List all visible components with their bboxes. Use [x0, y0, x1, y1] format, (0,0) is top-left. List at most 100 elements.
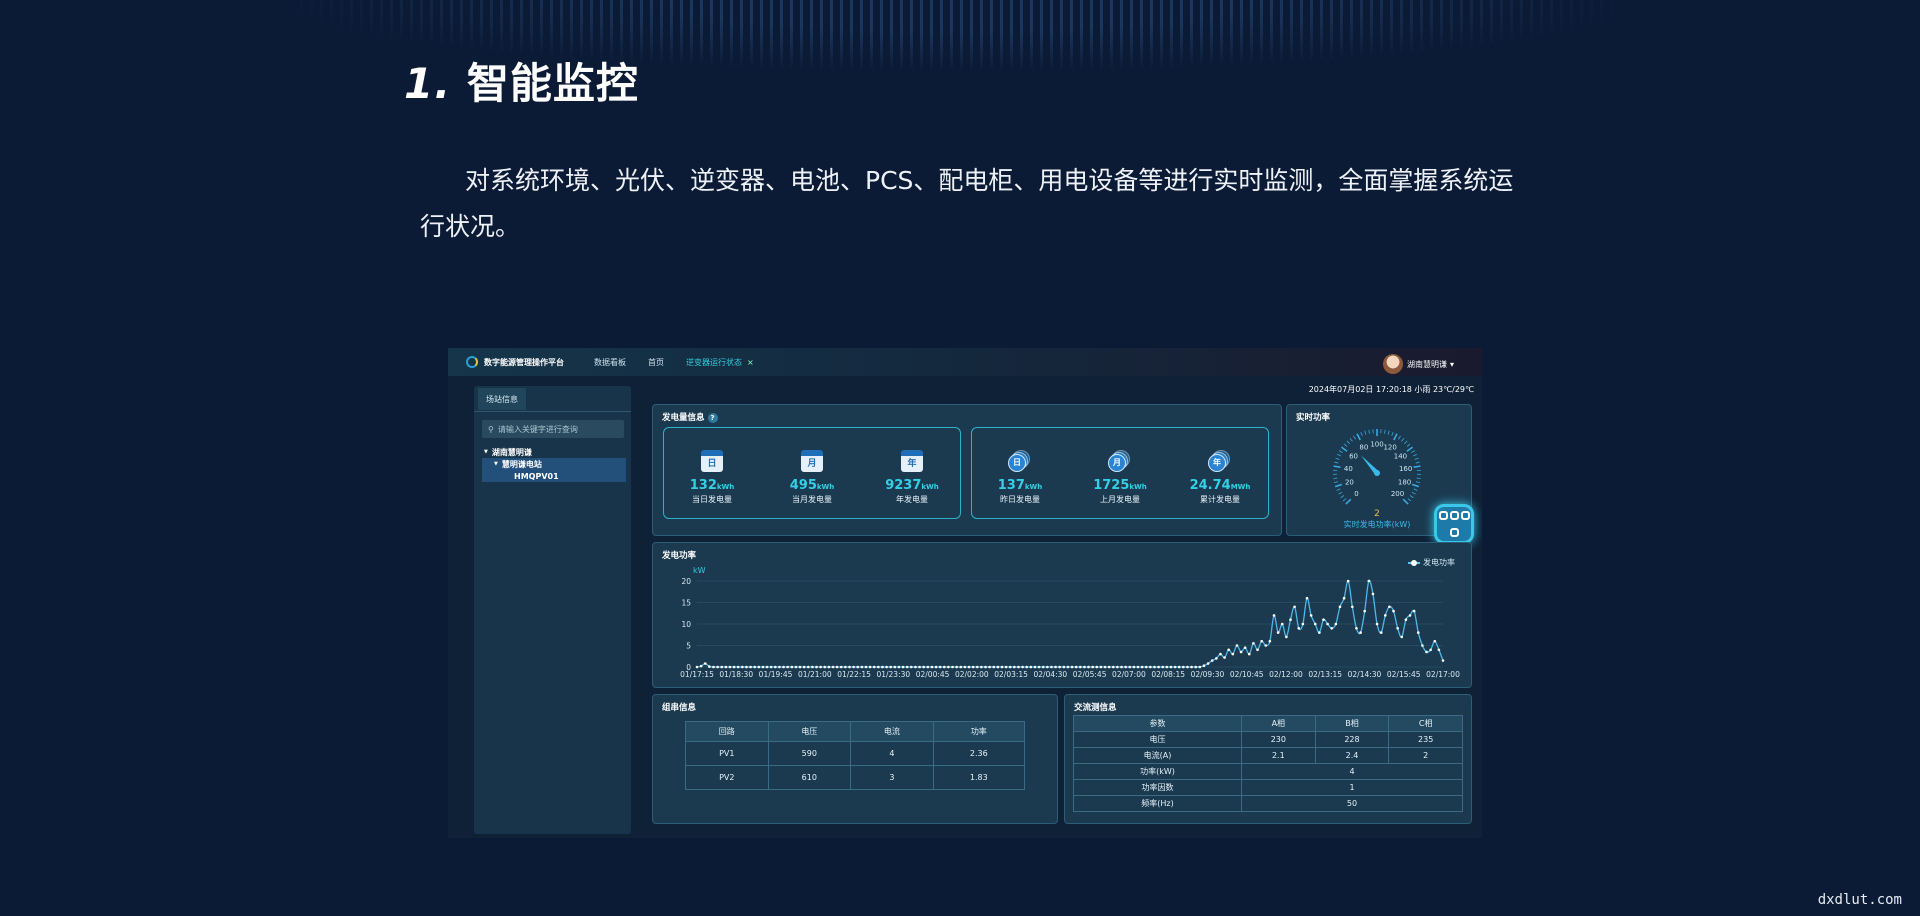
gauge-tick-label: 20	[1345, 478, 1354, 486]
nav-dashboard[interactable]: 数据看板	[594, 357, 626, 368]
app-screenshot: 数字能源管理操作平台 数据看板 首页 逆变器运行状态 × 湖南慧明谦 ▾ 2024…	[448, 348, 1482, 838]
gauge-tick-label: 120	[1383, 444, 1396, 452]
data-point	[1293, 605, 1296, 609]
data-point	[934, 665, 938, 669]
data-point	[1041, 665, 1045, 669]
x-tick-label: 02/00:45	[916, 670, 950, 679]
chevron-down-icon: ▾	[1449, 359, 1454, 369]
x-tick-label: 02/15:45	[1387, 670, 1421, 679]
history-generation-group: 日 137kWh 昨日发电量 月 1725kWh 上月发电量 年 24.74MW…	[971, 427, 1269, 519]
table-row: 频率(Hz) 50	[1073, 795, 1463, 812]
data-point	[1095, 665, 1099, 669]
data-point	[1107, 665, 1111, 669]
data-point	[938, 665, 942, 669]
data-point	[1396, 627, 1399, 630]
app-title: 数字能源管理操作平台	[484, 357, 564, 367]
gauge-tick	[1333, 477, 1338, 479]
x-tick-label: 01/23:30	[876, 670, 910, 679]
gauge-tick	[1356, 433, 1361, 441]
search-placeholder: 请输入关键字进行查询	[497, 424, 578, 434]
data-point	[844, 665, 847, 669]
gauge-tick	[1343, 443, 1348, 447]
kpi-total: 年 24.74MWh 累计发电量	[1180, 450, 1260, 505]
tree-node-company[interactable]: ▼ 湖南慧明谦	[482, 446, 626, 458]
sidebar: 场站信息 ⚲ 请输入关键字进行查询 ▼ 湖南慧明谦 ▼ 慧明谦电站 HMQPV01	[474, 386, 631, 834]
data-point	[864, 665, 868, 669]
coin-month-icon: 月	[1108, 450, 1132, 472]
gauge-tick	[1349, 437, 1353, 442]
power-chart-panel: 发电功率 发电功率 kW 0 5 10 15 20 01/17:15 01/18:30 01/1…	[652, 542, 1472, 688]
gauge-tick-label: 200	[1391, 490, 1404, 498]
y-tick-label: 20	[681, 577, 691, 586]
data-point	[1206, 662, 1210, 665]
x-tick-label: 01/17:15	[680, 670, 714, 679]
x-tick-label: 02/04:30	[1034, 670, 1068, 679]
caret-down-icon: ▼	[484, 449, 488, 455]
data-point	[1392, 609, 1395, 613]
x-tick-label: 02/09:30	[1191, 670, 1225, 679]
gauge-tick	[1333, 465, 1341, 469]
gauge-tick	[1413, 465, 1421, 469]
data-point	[885, 665, 888, 669]
data-point	[881, 665, 884, 669]
data-point	[1334, 622, 1338, 626]
data-point	[992, 665, 996, 669]
close-icon[interactable]: ×	[747, 358, 754, 367]
data-point	[806, 665, 810, 669]
help-icon[interactable]: ?	[707, 413, 718, 423]
gauge-tick-label: 40	[1344, 465, 1353, 473]
data-point	[778, 665, 781, 669]
data-point	[1182, 665, 1185, 669]
search-input[interactable]: ⚲ 请输入关键字进行查询	[482, 420, 624, 438]
tree-node-device[interactable]: HMQPV01	[482, 470, 626, 482]
data-point	[1025, 665, 1029, 669]
gauge-tick	[1340, 446, 1348, 452]
x-tick-label: 02/13:15	[1308, 670, 1342, 679]
tree-node-station[interactable]: ▼ 慧明谦电站	[482, 458, 626, 470]
tab-station-info[interactable]: 场站信息	[478, 388, 526, 410]
data-point	[1416, 631, 1420, 634]
data-point	[1144, 665, 1148, 669]
tab-inverter-status[interactable]: 逆变器运行状态 ×	[686, 357, 754, 368]
data-point	[852, 665, 855, 669]
data-point	[877, 665, 880, 669]
data-point	[901, 665, 905, 669]
data-point	[959, 665, 963, 669]
data-point	[910, 665, 913, 669]
gauge-tick	[1401, 437, 1405, 442]
gauge-tick	[1404, 440, 1408, 445]
data-point	[1124, 665, 1127, 669]
user-menu[interactable]: 湖南慧明谦 ▾	[1382, 354, 1454, 374]
nav-home[interactable]: 首页	[648, 357, 664, 368]
string-table: 回路 电压 电流 功率 PV1 590 4 2.36 PV2 610 3 1.83	[685, 721, 1026, 790]
generation-panel: 发电量信息? 日 132kWh 当日发电量 月 495kWh 当月发电量 年 9…	[652, 404, 1282, 536]
data-point	[988, 665, 991, 669]
gauge-tick	[1346, 440, 1350, 445]
data-point	[1421, 644, 1424, 647]
user-name: 湖南慧明谦	[1406, 359, 1447, 369]
data-point	[1305, 596, 1309, 600]
data-point	[1099, 665, 1103, 669]
data-point	[1050, 665, 1053, 669]
data-point	[1301, 622, 1305, 626]
data-point	[1351, 605, 1354, 609]
kpi-today: 日 132kWh 当日发电量	[672, 450, 752, 505]
data-point	[930, 665, 934, 669]
data-point	[1165, 665, 1169, 669]
data-point	[815, 665, 818, 669]
kpi-last-month: 月 1725kWh 上月发电量	[1080, 450, 1160, 505]
apps-grid-button[interactable]	[1434, 504, 1474, 544]
data-point	[699, 664, 703, 668]
table-row: PV1 590 4 2.36	[685, 741, 1026, 766]
data-point	[1355, 627, 1358, 630]
gauge-tick	[1336, 488, 1341, 491]
kpi-month: 月 495kWh 当月发电量	[772, 450, 852, 505]
gauge-tick	[1342, 498, 1347, 502]
x-tick-label: 02/17:00	[1426, 670, 1460, 679]
gauge-tick	[1364, 430, 1367, 435]
caret-down-icon: ▼	[494, 461, 498, 467]
data-point	[1136, 665, 1140, 669]
data-point	[732, 665, 736, 669]
data-point	[1243, 646, 1247, 649]
data-point	[1400, 635, 1404, 639]
